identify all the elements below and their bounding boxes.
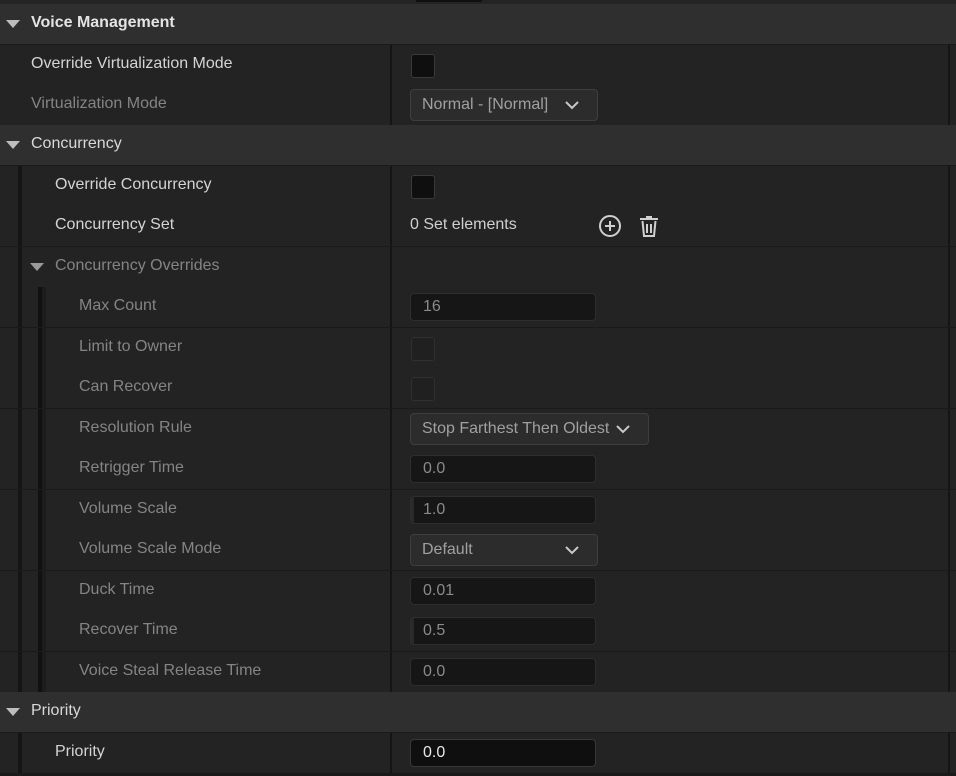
property-label: Concurrency Set [55, 216, 175, 233]
input-value: 0.0 [423, 460, 446, 477]
dropdown-value: Normal - [Normal] [422, 96, 549, 113]
retrigger-time-input[interactable]: 0.0 [410, 455, 596, 483]
row-retrigger-time: Retrigger Time 0.0 [0, 449, 956, 489]
input-value: 0.0 [423, 663, 446, 680]
override-concurrency-checkbox[interactable] [411, 175, 435, 199]
category-title: Voice Management [31, 14, 175, 31]
volume-scale-input[interactable]: 1.0 [410, 496, 596, 524]
row-override-concurrency: Override Concurrency [0, 166, 956, 206]
property-label: Max Count [79, 297, 157, 314]
property-label: Retrigger Time [79, 459, 184, 476]
input-value: 0.01 [423, 582, 455, 599]
dropdown-value: Default [422, 541, 473, 558]
trash-icon[interactable] [637, 214, 661, 238]
input-value: 16 [423, 298, 441, 315]
volume-scale-mode-dropdown[interactable]: Default [410, 534, 598, 566]
chevron-down-icon[interactable] [6, 708, 20, 716]
property-label: Override Concurrency [55, 176, 212, 193]
property-label: Volume Scale [79, 500, 177, 517]
property-label: Recover Time [79, 621, 178, 638]
limit-to-owner-checkbox[interactable] [411, 337, 435, 361]
recover-time-input[interactable]: 0.5 [410, 617, 596, 645]
row-volume-scale: Volume Scale 1.0 [0, 490, 956, 530]
input-value: 1.0 [423, 501, 446, 518]
category-title: Concurrency [31, 135, 122, 152]
can-recover-checkbox[interactable] [411, 377, 435, 401]
row-concurrency-overrides[interactable]: Concurrency Overrides [0, 247, 956, 287]
row-resolution-rule: Resolution Rule Stop Farthest Then Oldes… [0, 409, 956, 449]
property-label: Can Recover [79, 378, 173, 395]
resolution-rule-dropdown[interactable]: Stop Farthest Then Oldest [410, 413, 649, 445]
property-label: Limit to Owner [79, 338, 183, 355]
property-label: Duck Time [79, 581, 155, 598]
property-label: Priority [55, 743, 105, 760]
row-volume-scale-mode: Volume Scale Mode Default [0, 530, 956, 570]
virtualization-mode-dropdown[interactable]: Normal - [Normal] [410, 89, 598, 121]
row-voice-steal-release-time: Voice Steal Release Time 0.0 [0, 652, 956, 692]
chevron-down-icon[interactable] [6, 20, 20, 28]
chevron-down-icon[interactable] [6, 141, 20, 149]
chevron-down-icon [565, 546, 579, 555]
property-label: Override Virtualization Mode [31, 55, 233, 72]
input-value: 0.0 [423, 744, 446, 761]
category-title: Priority [31, 702, 81, 719]
property-label: Concurrency Overrides [55, 257, 220, 274]
row-concurrency-set: Concurrency Set 0 Set elements [0, 206, 956, 246]
chevron-down-icon [565, 101, 579, 110]
row-limit-to-owner: Limit to Owner [0, 328, 956, 368]
property-label: Virtualization Mode [31, 95, 167, 112]
property-label: Voice Steal Release Time [79, 662, 262, 679]
override-virtualization-mode-checkbox[interactable] [411, 54, 435, 78]
details-panel: Voice Management Override Virtualization… [0, 0, 956, 776]
voice-steal-release-time-input[interactable]: 0.0 [410, 658, 596, 686]
row-max-count: Max Count 16 [0, 287, 956, 327]
add-element-icon[interactable] [598, 214, 622, 238]
chevron-down-icon[interactable] [30, 263, 44, 271]
row-override-virtualization-mode: Override Virtualization Mode [0, 45, 956, 85]
row-recover-time: Recover Time 0.5 [0, 611, 956, 651]
set-element-count: 0 Set elements [410, 216, 517, 233]
category-concurrency[interactable]: Concurrency [0, 125, 956, 165]
row-virtualization-mode: Virtualization Mode Normal - [Normal] [0, 85, 956, 125]
category-priority[interactable]: Priority [0, 692, 956, 732]
property-label: Resolution Rule [79, 419, 192, 436]
input-value: 0.5 [423, 622, 446, 639]
row-priority: Priority 0.0 [0, 733, 956, 773]
chevron-down-icon [616, 425, 630, 434]
row-duck-time: Duck Time 0.01 [0, 571, 956, 611]
priority-input[interactable]: 0.0 [410, 739, 596, 767]
max-count-input[interactable]: 16 [410, 293, 596, 321]
dropdown-value: Stop Farthest Then Oldest [422, 420, 610, 437]
duck-time-input[interactable]: 0.01 [410, 577, 596, 605]
row-can-recover: Can Recover [0, 368, 956, 408]
property-label: Volume Scale Mode [79, 540, 222, 557]
category-voice-management[interactable]: Voice Management [0, 4, 956, 44]
